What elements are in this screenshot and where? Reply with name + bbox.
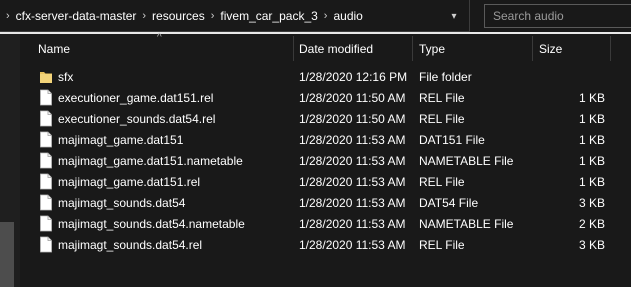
file-date: 1/28/2020 11:53 AM [299,216,406,231]
file-size: 1 KB [578,153,605,168]
list-item-file[interactable]: executioner_game.dat151.rel 1/28/2020 11… [20,87,631,108]
file-size: 3 KB [578,195,605,210]
column-header-date[interactable]: Date modified [299,36,411,61]
file-size: 1 KB [578,174,605,189]
file-type: REL File [419,174,465,189]
file-icon [40,89,52,106]
list-item-sfx[interactable]: sfx 1/28/2020 12:16 PM File folder [20,66,631,87]
column-header-date-label: Date modified [299,41,374,56]
file-date: 1/28/2020 11:53 AM [299,132,406,147]
file-date: 1/28/2020 11:50 AM [299,111,406,126]
file-list: sfx 1/28/2020 12:16 PM File folder execu… [20,66,631,255]
breadcrumb-separator[interactable]: › [205,10,221,22]
column-header-name[interactable]: Name [38,36,290,61]
breadcrumb-separator[interactable]: › [136,10,152,22]
header-divider [0,32,631,34]
column-header-type[interactable]: Type [419,36,531,61]
file-date: 1/28/2020 11:53 AM [299,153,406,168]
breadcrumb-separator[interactable]: › [318,10,334,22]
column-header-size-label: Size [539,41,563,56]
list-item-file[interactable]: majimagt_game.dat151.nametable 1/28/2020… [20,150,631,171]
list-item-file[interactable]: majimagt_sounds.dat54.nametable 1/28/202… [20,213,631,234]
column-header-size[interactable]: Size [539,36,609,61]
file-icon [40,215,52,232]
column-divider[interactable] [532,36,533,61]
file-icon [40,236,52,253]
file-name: majimagt_sounds.dat54 [58,195,186,210]
address-bar[interactable]: › cfx-server-data-master › resources › f… [0,0,470,32]
column-header-name-label: Name [38,41,71,56]
breadcrumb-separator[interactable]: › [0,10,16,22]
scrollbar-thumb[interactable] [0,222,14,287]
list-item-file[interactable]: majimagt_sounds.dat54.rel 1/28/2020 11:5… [20,234,631,255]
file-type: REL File [419,90,465,105]
file-name: majimagt_game.dat151.rel [58,174,201,189]
file-name: majimagt_game.dat151 [58,132,184,147]
file-type: REL File [419,237,465,252]
file-type: NAMETABLE File [419,216,514,231]
file-icon [40,110,52,127]
file-icon [40,173,52,190]
file-icon [40,131,52,148]
file-date: 1/28/2020 11:53 AM [299,237,406,252]
file-name: executioner_game.dat151.rel [58,90,214,105]
file-name: majimagt_sounds.dat54.nametable [58,216,245,231]
search-input[interactable] [485,5,631,27]
search-box[interactable] [484,4,631,28]
file-name: majimagt_sounds.dat54.rel [58,237,203,252]
file-date: 1/28/2020 11:50 AM [299,90,406,105]
breadcrumb-item-fivem-car-pack-3[interactable]: fivem_car_pack_3 [220,9,317,23]
file-type: File folder [419,69,472,84]
column-header-type-label: Type [419,41,446,56]
file-date: 1/28/2020 12:16 PM [299,69,408,84]
file-size: 1 KB [578,132,605,147]
file-size: 1 KB [578,90,605,105]
breadcrumb-item-cfx-server-data-master[interactable]: cfx-server-data-master [16,9,137,23]
column-divider[interactable] [610,36,611,61]
folder-icon [40,72,52,83]
column-headers: ^ Name Date modified Type Size [20,32,631,61]
file-type: REL File [419,111,465,126]
file-name: majimagt_game.dat151.nametable [58,153,243,168]
column-divider[interactable] [293,36,294,61]
column-divider[interactable] [412,36,413,61]
file-icon [40,194,52,211]
file-size: 2 KB [578,216,605,231]
address-dropdown-icon[interactable]: ▾ [448,9,460,23]
file-type: DAT151 File [419,132,485,147]
file-date: 1/28/2020 11:53 AM [299,195,406,210]
file-name: executioner_sounds.dat54.rel [58,111,216,126]
file-icon [40,152,52,169]
file-type: NAMETABLE File [419,153,514,168]
file-name: sfx [58,69,74,84]
list-item-file[interactable]: executioner_sounds.dat54.rel 1/28/2020 1… [20,108,631,129]
list-item-file[interactable]: majimagt_sounds.dat54 1/28/2020 11:53 AM… [20,192,631,213]
file-size: 1 KB [578,111,605,126]
breadcrumb: › cfx-server-data-master › resources › f… [0,7,363,25]
file-size: 3 KB [578,237,605,252]
list-item-file[interactable]: majimagt_game.dat151 1/28/2020 11:53 AM … [20,129,631,150]
file-date: 1/28/2020 11:53 AM [299,174,406,189]
breadcrumb-item-audio[interactable]: audio [333,9,362,23]
file-size [539,66,605,87]
breadcrumb-item-resources[interactable]: resources [152,9,205,23]
list-item-file[interactable]: majimagt_game.dat151.rel 1/28/2020 11:53… [20,171,631,192]
file-type: DAT54 File [419,195,479,210]
